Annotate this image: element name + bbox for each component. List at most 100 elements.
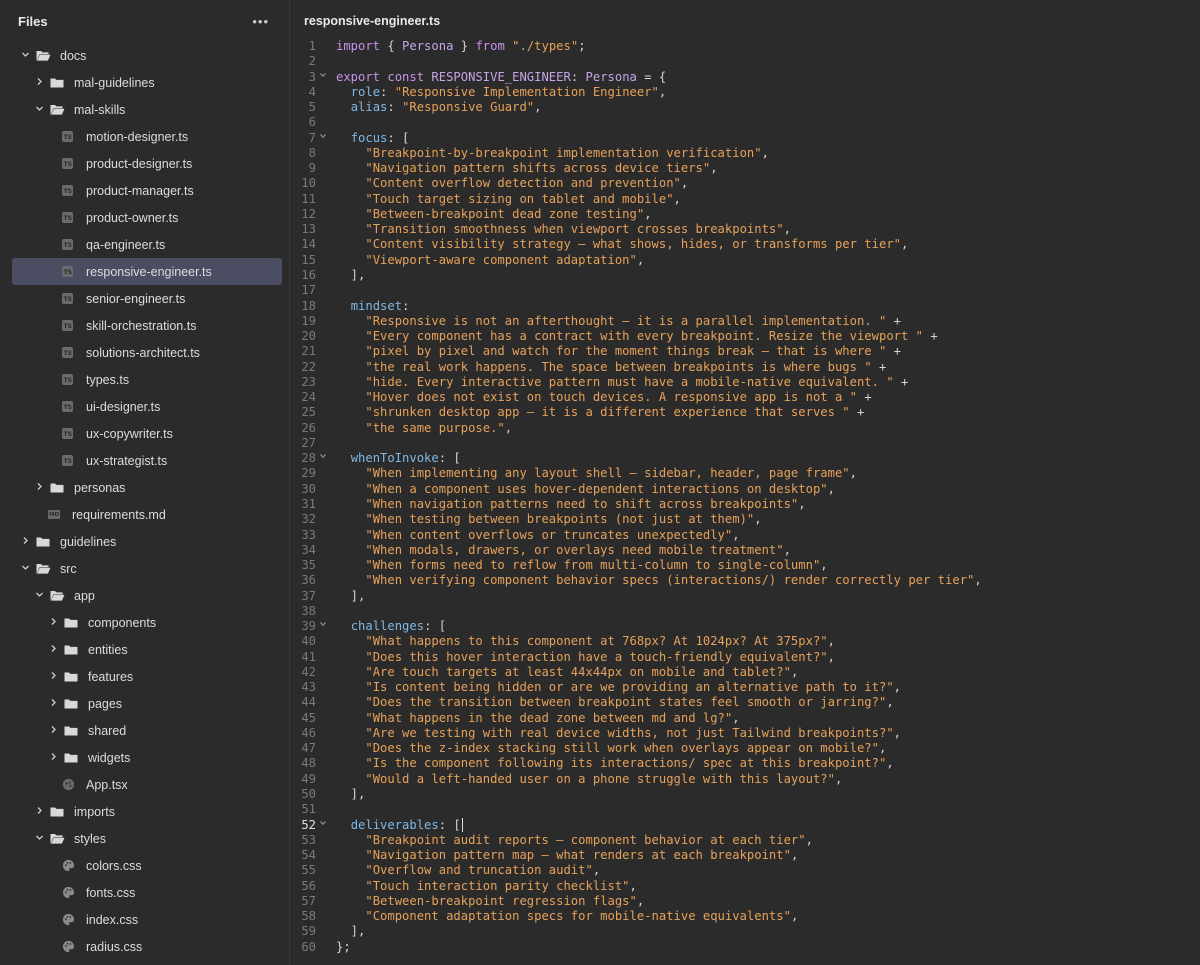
folder-item-widgets[interactable]: widgets — [0, 744, 289, 771]
file-item-fonts-css[interactable]: fonts.css — [0, 879, 289, 906]
code-line[interactable]: 8 "Breakpoint-by-breakpoint implementati… — [290, 146, 1200, 161]
chevron-right-icon[interactable] — [46, 644, 60, 656]
code-line[interactable]: 25 "shrunken desktop app — it is a diffe… — [290, 405, 1200, 420]
code-line[interactable]: 14 "Content visibility strategy — what s… — [290, 237, 1200, 252]
code-line[interactable]: 6 — [290, 115, 1200, 130]
folder-item-docs[interactable]: docs — [0, 42, 289, 69]
code-line[interactable]: 30 "When a component uses hover-dependen… — [290, 482, 1200, 497]
folder-item-src[interactable]: src — [0, 555, 289, 582]
folder-item-personas[interactable]: personas — [0, 474, 289, 501]
code-line[interactable]: 12 "Between-breakpoint dead zone testing… — [290, 207, 1200, 222]
chevron-right-icon[interactable] — [32, 77, 46, 89]
code-line[interactable]: 39 challenges: [ — [290, 619, 1200, 634]
file-item-senior-engineer-ts[interactable]: TS senior-engineer.ts — [0, 285, 289, 312]
code-line[interactable]: 48 "Is the component following its inter… — [290, 756, 1200, 771]
folder-item-features[interactable]: features — [0, 663, 289, 690]
code-line[interactable]: 58 "Component adaptation specs for mobil… — [290, 909, 1200, 924]
chevron-right-icon[interactable] — [46, 698, 60, 710]
code-line[interactable]: 22 "the real work happens. The space bet… — [290, 360, 1200, 375]
file-item-types-ts[interactable]: TS types.ts — [0, 366, 289, 393]
code-line[interactable]: 38 — [290, 604, 1200, 619]
code-line[interactable]: 16 ], — [290, 268, 1200, 283]
chevron-down-icon[interactable] — [32, 104, 46, 116]
folder-item-mal-skills[interactable]: mal-skills — [0, 96, 289, 123]
folder-item-styles[interactable]: styles — [0, 825, 289, 852]
code-line[interactable]: 17 — [290, 283, 1200, 298]
chevron-right-icon[interactable] — [46, 617, 60, 629]
code-line[interactable]: 3 export const RESPONSIVE_ENGINEER: Perso… — [290, 70, 1200, 85]
code-line[interactable]: 13 "Transition smoothness when viewport … — [290, 222, 1200, 237]
file-item-requirements-md[interactable]: MD requirements.md — [0, 501, 289, 528]
chevron-down-icon[interactable] — [32, 833, 46, 845]
code-line[interactable]: 47 "Does the z-index stacking still work… — [290, 741, 1200, 756]
fold-chevron-icon[interactable] — [316, 451, 330, 466]
chevron-down-icon[interactable] — [32, 590, 46, 602]
code-line[interactable]: 43 "Is content being hidden or are we pr… — [290, 680, 1200, 695]
code-line[interactable]: 19 "Responsive is not an afterthought — … — [290, 314, 1200, 329]
code-line[interactable]: 37 ], — [290, 589, 1200, 604]
file-item-product-designer-ts[interactable]: TS product-designer.ts — [0, 150, 289, 177]
fold-chevron-icon[interactable] — [316, 70, 330, 85]
code-line[interactable]: 31 "When navigation patterns need to shi… — [290, 497, 1200, 512]
chevron-right-icon[interactable] — [46, 752, 60, 764]
code-line[interactable]: 33 "When content overflows or truncates … — [290, 528, 1200, 543]
file-item-ui-designer-ts[interactable]: TS ui-designer.ts — [0, 393, 289, 420]
fold-chevron-icon[interactable] — [316, 619, 330, 634]
chevron-right-icon[interactable] — [46, 725, 60, 737]
code-line[interactable]: 50 ], — [290, 787, 1200, 802]
code-line[interactable]: 28 whenToInvoke: [ — [290, 451, 1200, 466]
code-line[interactable]: 2 — [290, 54, 1200, 69]
folder-item-entities[interactable]: entities — [0, 636, 289, 663]
file-item-solutions-architect-ts[interactable]: TS solutions-architect.ts — [0, 339, 289, 366]
code-line[interactable]: 60}; — [290, 940, 1200, 955]
code-line[interactable]: 41 "Does this hover interaction have a t… — [290, 650, 1200, 665]
chevron-right-icon[interactable] — [32, 806, 46, 818]
code-line[interactable]: 53 "Breakpoint audit reports — component… — [290, 833, 1200, 848]
folder-item-shared[interactable]: shared — [0, 717, 289, 744]
code-line[interactable]: 55 "Overflow and truncation audit", — [290, 863, 1200, 878]
chevron-down-icon[interactable] — [18, 50, 32, 62]
code-line[interactable]: 32 "When testing between breakpoints (no… — [290, 512, 1200, 527]
code-line[interactable]: 54 "Navigation pattern map — what render… — [290, 848, 1200, 863]
code-line[interactable]: 1 import { Persona } from "./types"; — [290, 39, 1200, 54]
code-line[interactable]: 21 "pixel by pixel and watch for the mom… — [290, 344, 1200, 359]
file-item-radius-css[interactable]: radius.css — [0, 933, 289, 960]
code-line[interactable]: 11 "Touch target sizing on tablet and mo… — [290, 192, 1200, 207]
code-line[interactable]: 24 "Hover does not exist on touch device… — [290, 390, 1200, 405]
code-line[interactable]: 44 "Does the transition between breakpoi… — [290, 695, 1200, 710]
code-line[interactable]: 45 "What happens in the dead zone betwee… — [290, 711, 1200, 726]
code-line[interactable]: 7 focus: [ — [290, 131, 1200, 146]
code-line[interactable]: 56 "Touch interaction parity checklist", — [290, 879, 1200, 894]
code-line[interactable]: 4 role: "Responsive Implementation Engin… — [290, 85, 1200, 100]
code-line[interactable]: 40 "What happens to this component at 76… — [290, 634, 1200, 649]
file-item-product-owner-ts[interactable]: TS product-owner.ts — [0, 204, 289, 231]
folder-item-app[interactable]: app — [0, 582, 289, 609]
file-item-qa-engineer-ts[interactable]: TS qa-engineer.ts — [0, 231, 289, 258]
file-item-responsive-engineer-ts[interactable]: TS responsive-engineer.ts — [12, 258, 282, 285]
code-line[interactable]: 51 — [290, 802, 1200, 817]
code-line[interactable]: 29 "When implementing any layout shell —… — [290, 466, 1200, 481]
chevron-down-icon[interactable] — [18, 563, 32, 575]
code-line[interactable]: 5 alias: "Responsive Guard", — [290, 100, 1200, 115]
file-item-ux-strategist-ts[interactable]: TS ux-strategist.ts — [0, 447, 289, 474]
code-line[interactable]: 42 "Are touch targets at least 44x44px o… — [290, 665, 1200, 680]
code-editor[interactable]: responsive-engineer.ts 1 import { Persona… — [290, 0, 1200, 965]
chevron-right-icon[interactable] — [18, 536, 32, 548]
code-line[interactable]: 35 "When forms need to reflow from multi… — [290, 558, 1200, 573]
file-item-motion-designer-ts[interactable]: TS motion-designer.ts — [0, 123, 289, 150]
code-line[interactable]: 49 "Would a left-handed user on a phone … — [290, 772, 1200, 787]
code-area[interactable]: 1 import { Persona } from "./types"; 2 3 exp… — [290, 39, 1200, 955]
code-line[interactable]: 23 "hide. Every interactive pattern must… — [290, 375, 1200, 390]
fold-chevron-icon[interactable] — [316, 131, 330, 146]
folder-item-mal-guidelines[interactable]: mal-guidelines — [0, 69, 289, 96]
code-line[interactable]: 36 "When verifying component behavior sp… — [290, 573, 1200, 588]
folder-item-guidelines[interactable]: guidelines — [0, 528, 289, 555]
code-line[interactable]: 57 "Between-breakpoint regression flags"… — [290, 894, 1200, 909]
code-line[interactable]: 15 "Viewport-aware component adaptation"… — [290, 253, 1200, 268]
code-line[interactable]: 59 ], — [290, 924, 1200, 939]
file-item-colors-css[interactable]: colors.css — [0, 852, 289, 879]
code-line[interactable]: 9 "Navigation pattern shifts across devi… — [290, 161, 1200, 176]
folder-item-pages[interactable]: pages — [0, 690, 289, 717]
chevron-right-icon[interactable] — [46, 671, 60, 683]
folder-item-imports[interactable]: imports — [0, 798, 289, 825]
